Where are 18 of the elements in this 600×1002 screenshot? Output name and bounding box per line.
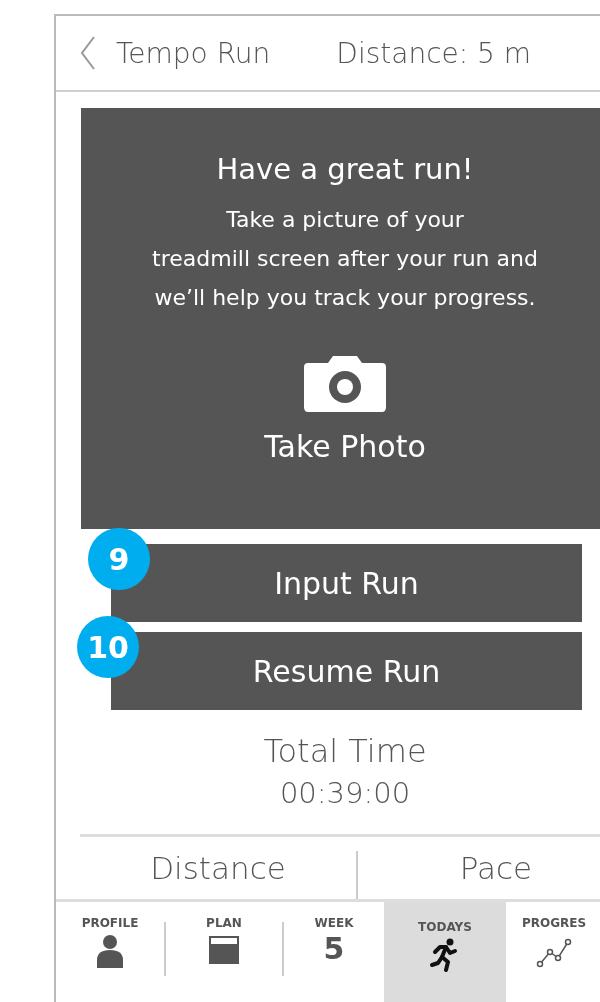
- back-icon[interactable]: [80, 35, 96, 71]
- step-number-badge: 9: [88, 528, 150, 590]
- distance-label: Distance: 5 m: [336, 36, 532, 70]
- tab[interactable]: PROGRES: [506, 902, 600, 1002]
- tab[interactable]: PLAN: [166, 902, 282, 1002]
- card-message: Take a picture of your treadmill screen after your run and we’ll help you track your progress.: [152, 206, 538, 312]
- total-time-label: Total Time: [263, 732, 427, 770]
- step-number-badge: 10: [77, 616, 139, 678]
- stat-label: Distance: [149, 849, 287, 888]
- tab[interactable]: PROFILE: [56, 902, 164, 1002]
- screen-title: Tempo Run: [116, 36, 271, 70]
- card-heading: Have a great run!: [216, 152, 474, 186]
- stat-label: Pace: [458, 849, 534, 888]
- tab[interactable]: WEEK 5: [284, 902, 384, 1002]
- tab[interactable]: TODAYS: [384, 902, 506, 1002]
- total-time-value: 00:39:00: [279, 776, 411, 810]
- take-photo-button[interactable]: Take Photo: [264, 429, 426, 464]
- camera-icon[interactable]: [302, 355, 388, 413]
